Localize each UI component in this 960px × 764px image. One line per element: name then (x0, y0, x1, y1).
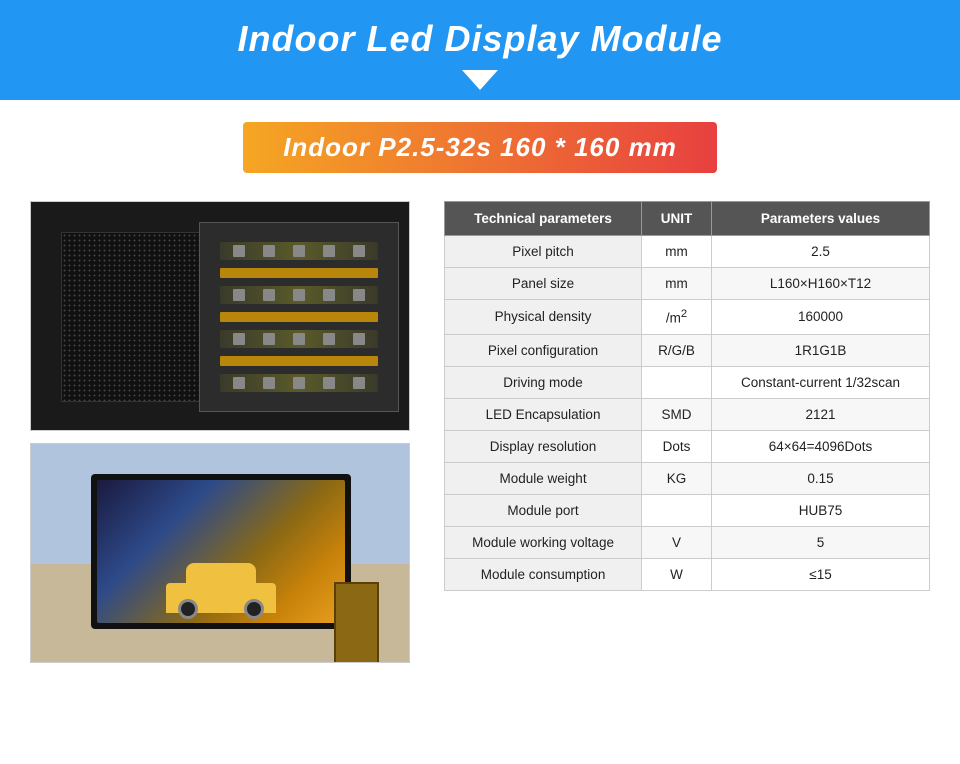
pcb-chip (353, 377, 365, 389)
car-wheel-right (244, 599, 264, 619)
table-row: Pixel configurationR/G/B1R1G1B (445, 334, 930, 366)
page-title: Indoor Led Display Module (237, 18, 722, 70)
pcb-chip (263, 377, 275, 389)
led-panel-visual (31, 202, 409, 430)
table-row: Module consumptionW≤15 (445, 558, 930, 590)
value-cell: ≤15 (712, 558, 930, 590)
pcb-chip (233, 245, 245, 257)
value-cell: 64×64=4096Dots (712, 430, 930, 462)
pcb-strip-4 (220, 374, 378, 392)
unit-cell: V (642, 526, 712, 558)
pcb-chip (323, 377, 335, 389)
unit-cell: W (642, 558, 712, 590)
value-cell: Constant-current 1/32scan (712, 366, 930, 398)
col-header-unit: UNIT (642, 202, 712, 236)
pcb-strip-3 (220, 330, 378, 348)
pcb-chip (353, 289, 365, 301)
product-label: Indoor P2.5-32s 160 * 160 mm (243, 122, 717, 173)
pcb-connector-2 (220, 312, 378, 322)
param-name-cell: LED Encapsulation (445, 398, 642, 430)
room-door (334, 582, 379, 662)
car-top (186, 563, 256, 585)
pcb-chip (293, 377, 305, 389)
main-content: Technical parameters UNIT Parameters val… (0, 191, 960, 687)
header-arrow-wrap (0, 70, 960, 100)
pcb-connector-3 (220, 356, 378, 366)
unit-cell: R/G/B (642, 334, 712, 366)
value-cell: 1R1G1B (712, 334, 930, 366)
param-name-cell: Module consumption (445, 558, 642, 590)
room-image (30, 443, 410, 663)
pcb-chip (323, 333, 335, 345)
param-name-cell: Module port (445, 494, 642, 526)
table-row: Module weightKG0.15 (445, 462, 930, 494)
room-scene (31, 444, 409, 662)
table-row: Panel sizemmL160×H160×T12 (445, 268, 930, 300)
specs-table-col: Technical parameters UNIT Parameters val… (444, 201, 930, 663)
unit-cell: mm (642, 268, 712, 300)
table-row: Physical density/m2160000 (445, 300, 930, 335)
value-cell: 2121 (712, 398, 930, 430)
pcb-chip (233, 377, 245, 389)
table-row: Module working voltageV5 (445, 526, 930, 558)
led-panel-back (199, 222, 399, 412)
value-cell: L160×H160×T12 (712, 268, 930, 300)
value-cell: HUB75 (712, 494, 930, 526)
pcb-chip (263, 245, 275, 257)
col-header-value: Parameters values (712, 202, 930, 236)
value-cell: 5 (712, 526, 930, 558)
param-name-cell: Module weight (445, 462, 642, 494)
param-name-cell: Pixel configuration (445, 334, 642, 366)
tv-car (166, 563, 276, 613)
led-panel-front (61, 232, 221, 402)
value-cell: 2.5 (712, 236, 930, 268)
header: Indoor Led Display Module (0, 0, 960, 100)
pcb-chip (323, 289, 335, 301)
param-name-cell: Physical density (445, 300, 642, 335)
param-name-cell: Panel size (445, 268, 642, 300)
images-column (30, 201, 420, 663)
param-name-cell: Display resolution (445, 430, 642, 462)
table-row: Display resolutionDots64×64=4096Dots (445, 430, 930, 462)
pcb-chip (263, 333, 275, 345)
table-row: Driving mode Constant-current 1/32scan (445, 366, 930, 398)
pcb-strip-2 (220, 286, 378, 304)
pcb-chip (293, 333, 305, 345)
unit-cell: KG (642, 462, 712, 494)
pcb-strip-1 (220, 242, 378, 260)
param-name-cell: Pixel pitch (445, 236, 642, 268)
unit-cell: /m2 (642, 300, 712, 335)
param-name-cell: Module working voltage (445, 526, 642, 558)
pcb-chip (233, 333, 245, 345)
pcb-chip (353, 333, 365, 345)
unit-cell: Dots (642, 430, 712, 462)
col-header-param: Technical parameters (445, 202, 642, 236)
value-cell: 160000 (712, 300, 930, 335)
car-wheel-left (178, 599, 198, 619)
pcb-chip (323, 245, 335, 257)
table-row: Pixel pitchmm2.5 (445, 236, 930, 268)
table-header-row: Technical parameters UNIT Parameters val… (445, 202, 930, 236)
pcb-chip (353, 245, 365, 257)
value-cell: 0.15 (712, 462, 930, 494)
product-label-wrap: Indoor P2.5-32s 160 * 160 mm (0, 100, 960, 191)
unit-cell: SMD (642, 398, 712, 430)
pcb-chip (263, 289, 275, 301)
param-name-cell: Driving mode (445, 366, 642, 398)
specs-table: Technical parameters UNIT Parameters val… (444, 201, 930, 591)
pcb-chip (293, 245, 305, 257)
tv-frame (91, 474, 351, 629)
unit-cell (642, 366, 712, 398)
led-dots (62, 233, 220, 401)
led-panel-image (30, 201, 410, 431)
table-row: Module port HUB75 (445, 494, 930, 526)
pcb-chip (293, 289, 305, 301)
tv-screen (97, 480, 345, 623)
pcb-connector (220, 268, 378, 278)
pcb-chip (233, 289, 245, 301)
unit-cell: mm (642, 236, 712, 268)
down-arrow-icon (462, 70, 498, 90)
table-row: LED EncapsulationSMD2121 (445, 398, 930, 430)
unit-cell (642, 494, 712, 526)
